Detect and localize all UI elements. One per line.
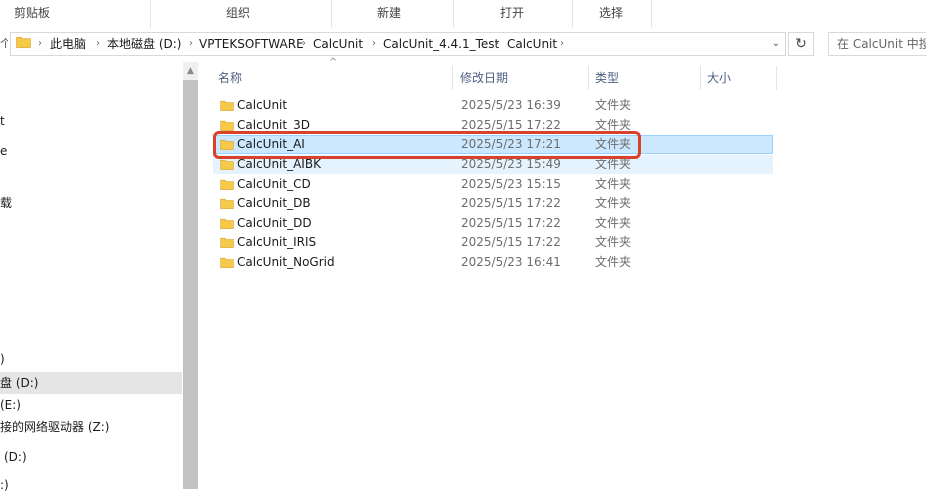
chevron-right-icon[interactable]: › bbox=[495, 32, 499, 56]
file-name[interactable]: CalcUnit_CD bbox=[237, 175, 311, 194]
file-name[interactable]: CalcUnit bbox=[237, 96, 287, 115]
nav-item[interactable]: 载 bbox=[0, 192, 12, 214]
breadcrumb-local-disk-d[interactable]: 本地磁盘 (D:) bbox=[107, 32, 181, 56]
nav-item[interactable]: t bbox=[0, 110, 5, 132]
column-header-modified[interactable]: 修改日期 bbox=[460, 68, 508, 88]
chevron-right-icon[interactable]: › bbox=[38, 32, 42, 56]
folder-icon bbox=[220, 120, 234, 131]
breadcrumb-vpteksoftware[interactable]: VPTEKSOFTWARE bbox=[199, 32, 304, 56]
file-name[interactable]: CalcUnit_IRIS bbox=[237, 233, 316, 252]
nav-item[interactable]: :) bbox=[0, 474, 9, 496]
file-name[interactable]: CalcUnit_DD bbox=[237, 214, 312, 233]
chevron-right-icon[interactable]: › bbox=[560, 32, 564, 56]
nav-item-network-drive-z[interactable]: 接的网络驱动器 (Z:) bbox=[0, 416, 109, 438]
column-divider[interactable] bbox=[452, 66, 453, 90]
up-button[interactable]: 个 bbox=[0, 35, 8, 53]
file-type: 文件夹 bbox=[595, 98, 632, 112]
file-modified: 2025/5/15 17:22 bbox=[461, 235, 561, 249]
file-modified: 2025/5/23 15:15 bbox=[461, 177, 561, 191]
column-header-name[interactable]: 名称 bbox=[218, 68, 242, 88]
breadcrumb-calcunit[interactable]: CalcUnit bbox=[313, 32, 363, 56]
scroll-up-icon[interactable]: ▲ bbox=[185, 66, 196, 76]
file-type: 文件夹 bbox=[595, 196, 632, 210]
nav-item-drive-d[interactable]: (D:) bbox=[4, 446, 27, 468]
folder-icon bbox=[220, 179, 234, 190]
column-header-size[interactable]: 大小 bbox=[707, 68, 731, 88]
folder-icon bbox=[220, 237, 234, 248]
chevron-right-icon[interactable]: › bbox=[372, 32, 376, 56]
nav-item-local-disk-d[interactable]: 盘 (D:) bbox=[0, 372, 38, 394]
file-name[interactable]: CalcUnit_NoGrid bbox=[237, 253, 335, 272]
chevron-right-icon[interactable]: › bbox=[96, 32, 100, 56]
file-type: 文件夹 bbox=[595, 216, 632, 230]
file-type: 文件夹 bbox=[595, 177, 632, 191]
refresh-icon[interactable]: ↻ bbox=[788, 32, 814, 56]
column-divider[interactable] bbox=[588, 66, 589, 90]
file-name[interactable]: CalcUnit_DB bbox=[237, 194, 311, 213]
search-placeholder: 在 CalcUnit 中搜索 bbox=[837, 37, 926, 51]
file-type: 文件夹 bbox=[595, 255, 632, 269]
column-header-type[interactable]: 类型 bbox=[595, 68, 619, 88]
nav-scrollbar-thumb[interactable] bbox=[183, 80, 198, 489]
folder-icon bbox=[16, 37, 31, 48]
annotation-highlight-box bbox=[213, 131, 641, 159]
ribbon-group-clipboard[interactable]: 剪贴板 bbox=[0, 0, 64, 27]
ribbon-group-new[interactable]: 新建 bbox=[331, 0, 447, 27]
file-modified: 2025/5/23 16:41 bbox=[461, 255, 561, 269]
ribbon-group-organize[interactable]: 组织 bbox=[150, 0, 326, 27]
breadcrumb-calcunit-current[interactable]: CalcUnit bbox=[507, 32, 557, 56]
ribbon-group-select[interactable]: 选择 bbox=[572, 0, 650, 27]
breadcrumb-calcunit-test[interactable]: CalcUnit_4.4.1_Test bbox=[383, 32, 499, 56]
column-divider[interactable] bbox=[776, 66, 777, 90]
folder-icon bbox=[220, 100, 234, 111]
file-modified: 2025/5/23 16:39 bbox=[461, 98, 561, 112]
folder-icon bbox=[220, 159, 234, 170]
chevron-right-icon[interactable]: › bbox=[189, 32, 193, 56]
breadcrumb-this-pc[interactable]: 此电脑 bbox=[50, 32, 86, 56]
folder-icon bbox=[220, 198, 234, 209]
ribbon-group-open[interactable]: 打开 bbox=[453, 0, 571, 27]
chevron-down-icon[interactable]: ⌄ bbox=[766, 32, 786, 56]
file-modified: 2025/5/15 17:22 bbox=[461, 196, 561, 210]
chevron-right-icon[interactable]: › bbox=[302, 32, 306, 56]
file-modified: 2025/5/15 17:22 bbox=[461, 216, 561, 230]
sort-ascending-icon: ^ bbox=[329, 57, 338, 68]
folder-icon bbox=[220, 257, 234, 268]
folder-icon bbox=[220, 218, 234, 229]
nav-item-drive-e[interactable]: (E:) bbox=[0, 394, 21, 416]
column-divider[interactable] bbox=[700, 66, 701, 90]
nav-item[interactable]: e bbox=[0, 140, 7, 162]
file-type: 文件夹 bbox=[595, 235, 632, 249]
nav-item[interactable]: ) bbox=[0, 348, 5, 370]
ribbon-separator bbox=[651, 0, 652, 28]
